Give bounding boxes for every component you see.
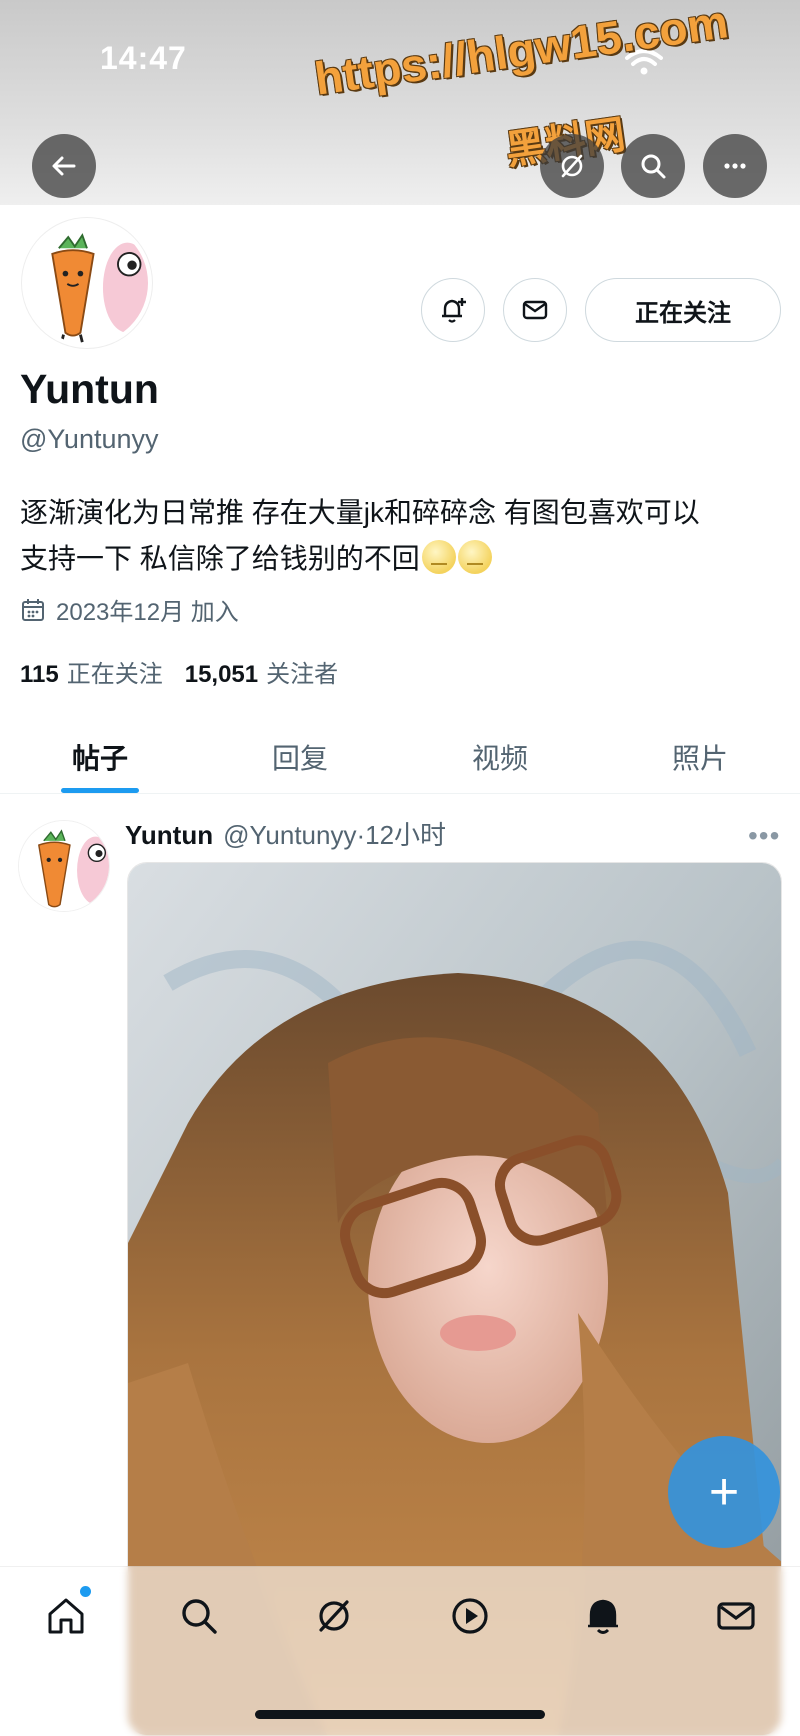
plus-icon: + — [708, 1463, 740, 1521]
nav-grok[interactable] — [304, 1586, 364, 1646]
avatar[interactable] — [22, 218, 152, 348]
display-name: Yuntun — [20, 366, 159, 412]
avatar-illustration — [19, 821, 109, 911]
post-author-handle: @Yuntunyy — [223, 820, 357, 850]
moon-face-emoji-icon — [421, 540, 456, 574]
bio: 逐渐演化为日常推 存在大量jk和碎碎念 有图包喜欢可以 支持一下 私信除了给钱别… — [20, 490, 790, 582]
grok-icon — [561, 154, 583, 178]
bell-plus-icon — [442, 298, 466, 323]
post-time: 12小时 — [365, 820, 447, 850]
back-arrow-icon — [52, 156, 76, 176]
bio-line-2-text: 支持一下 私信除了给钱别的不回 — [20, 543, 420, 574]
mail-icon — [522, 300, 548, 320]
tab-photos[interactable]: 照片 — [600, 720, 800, 793]
search-icon — [182, 1599, 217, 1634]
avatar-illustration — [26, 222, 148, 344]
joined-date: 2023年12月 加入 — [20, 592, 239, 627]
post-meta: @Yuntunyy·12小时 — [223, 820, 447, 850]
message-button[interactable] — [503, 278, 567, 342]
post-header: Yuntun @Yuntunyy·12小时 — [125, 815, 446, 852]
tab-replies[interactable]: 回复 — [200, 720, 400, 793]
followers-label: 关注者 — [266, 661, 339, 688]
following-stat[interactable]: 115 正在关注 — [20, 654, 163, 689]
grok-icon — [319, 1600, 349, 1632]
following-count: 115 — [20, 661, 59, 688]
profile-tabs: 帖子 回复 视频 照片 — [0, 720, 800, 794]
status-time: 14:47 — [100, 40, 187, 76]
follow-stats: 115 正在关注 15,051 关注者 — [20, 654, 338, 689]
tab-videos[interactable]: 视频 — [400, 720, 600, 793]
nav-search[interactable] — [169, 1586, 229, 1646]
joined-text: 2023年12月 加入 — [56, 599, 239, 626]
video-icon — [452, 1598, 488, 1634]
messages-icon — [717, 1602, 755, 1630]
search-icon — [641, 154, 666, 179]
notify-button[interactable] — [421, 278, 485, 342]
following-label: 正在关注 — [66, 661, 163, 688]
followers-count: 15,051 — [184, 661, 259, 688]
post-avatar[interactable] — [18, 820, 110, 912]
nav-messages[interactable] — [706, 1586, 766, 1646]
home-indicator — [255, 1710, 545, 1719]
notifications-icon — [588, 1599, 618, 1634]
more-button[interactable] — [703, 134, 767, 198]
search-button[interactable] — [621, 134, 685, 198]
handle: @Yuntunyy — [20, 424, 159, 454]
moon-face-emoji-icon — [457, 540, 492, 574]
compose-button[interactable]: + — [668, 1436, 780, 1548]
back-button[interactable] — [32, 134, 96, 198]
post-author-name[interactable]: Yuntun — [125, 820, 213, 851]
nav-notifications[interactable] — [573, 1586, 633, 1646]
post-more-icon[interactable]: ••• — [748, 820, 780, 852]
calendar-icon — [22, 598, 44, 621]
bio-line-1: 逐渐演化为日常推 存在大量jk和碎碎念 有图包喜欢可以 — [20, 497, 700, 528]
tab-posts[interactable]: 帖子 — [0, 720, 200, 793]
bio-line-2: 支持一下 私信除了给钱别的不回 — [20, 536, 790, 582]
notification-dot — [80, 1586, 91, 1597]
more-icon — [724, 163, 746, 169]
nav-video[interactable] — [440, 1586, 500, 1646]
grok-button[interactable] — [540, 134, 604, 198]
home-icon — [48, 1598, 84, 1634]
following-button[interactable]: 正在关注 — [585, 278, 781, 342]
followers-stat[interactable]: 15,051 关注者 — [185, 654, 338, 689]
